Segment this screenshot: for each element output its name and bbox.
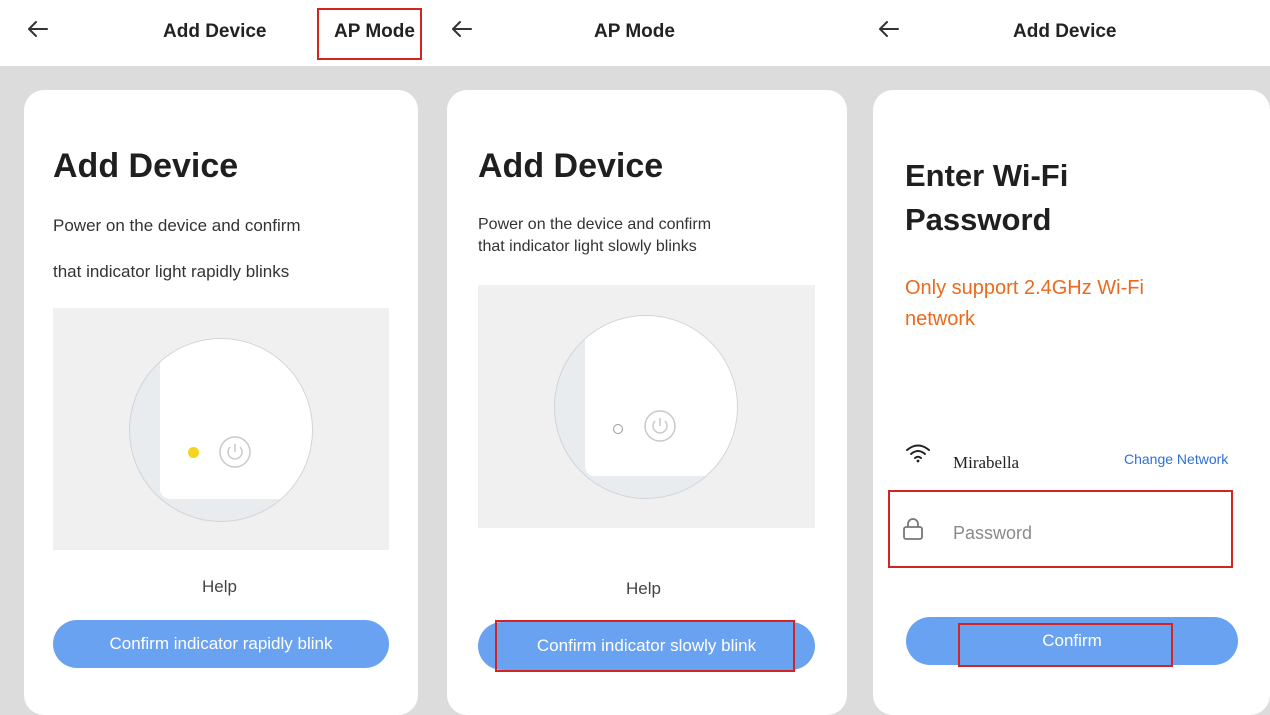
instruction-line-1: Power on the device and confirm xyxy=(478,216,712,233)
password-field[interactable]: Password xyxy=(888,490,1230,566)
help-link[interactable]: Help xyxy=(202,577,237,597)
arrow-left-icon xyxy=(452,21,472,37)
screen-add-device-rapid: Add Device AP Mode Add Device Power on t… xyxy=(0,0,437,715)
device-zoom-circle xyxy=(129,338,313,522)
device-illustration xyxy=(53,308,389,550)
instruction-line-2: that indicator light rapidly blinks xyxy=(53,262,290,281)
ap-mode-link[interactable]: AP Mode xyxy=(334,19,415,45)
back-button[interactable] xyxy=(451,14,473,40)
lock-icon xyxy=(903,518,923,540)
device-illustration xyxy=(478,285,815,528)
top-bar: Add Device xyxy=(865,0,1270,66)
page-heading: Add Device xyxy=(478,147,664,185)
arrow-left-icon xyxy=(28,21,48,37)
header-title: AP Mode xyxy=(594,21,675,42)
indicator-light xyxy=(613,424,623,434)
back-button[interactable] xyxy=(878,14,900,40)
instruction-line-2: that indicator light slowly blinks xyxy=(478,238,697,255)
confirm-rapid-blink-button[interactable]: Confirm indicator rapidly blink xyxy=(53,620,389,668)
device-panel xyxy=(160,339,312,499)
frequency-warning-line-1: Only support 2.4GHz Wi-Fi xyxy=(905,277,1144,299)
frequency-warning-line-2: network xyxy=(905,308,976,330)
content-card: Enter Wi-Fi Password Only support 2.4GHz… xyxy=(873,90,1270,715)
top-bar: Add Device AP Mode xyxy=(0,0,437,66)
indicator-light xyxy=(188,447,199,458)
device-zoom-circle xyxy=(554,315,738,499)
content-card: Add Device Power on the device and confi… xyxy=(447,90,847,715)
screen-wifi-password: Add Device Enter Wi-Fi Password Only sup… xyxy=(865,0,1270,715)
top-bar: AP Mode xyxy=(437,0,865,66)
page-heading-line-2: Password xyxy=(905,202,1052,237)
change-network-link[interactable]: Change Network xyxy=(1124,451,1228,467)
screen-ap-mode: AP Mode Add Device Power on the device a… xyxy=(437,0,865,715)
power-icon xyxy=(219,436,251,468)
arrow-left-icon xyxy=(879,21,899,37)
wifi-icon xyxy=(906,444,930,463)
page-heading-line-1: Enter Wi-Fi xyxy=(905,158,1069,193)
instruction-line-1: Power on the device and confirm xyxy=(53,216,301,235)
help-link[interactable]: Help xyxy=(626,579,661,599)
confirm-slow-blink-button[interactable]: Confirm indicator slowly blink xyxy=(478,622,815,670)
network-name: Mirabella xyxy=(953,453,1020,472)
content-card: Add Device Power on the device and confi… xyxy=(24,90,418,715)
back-button[interactable] xyxy=(27,14,49,40)
power-icon xyxy=(644,410,676,442)
device-panel xyxy=(585,316,737,476)
header-title: Add Device xyxy=(1013,21,1117,42)
password-input[interactable]: Password xyxy=(953,523,1032,544)
page-heading: Add Device xyxy=(53,147,239,185)
header-title: Add Device xyxy=(163,21,267,42)
confirm-button[interactable]: Confirm xyxy=(906,617,1238,665)
